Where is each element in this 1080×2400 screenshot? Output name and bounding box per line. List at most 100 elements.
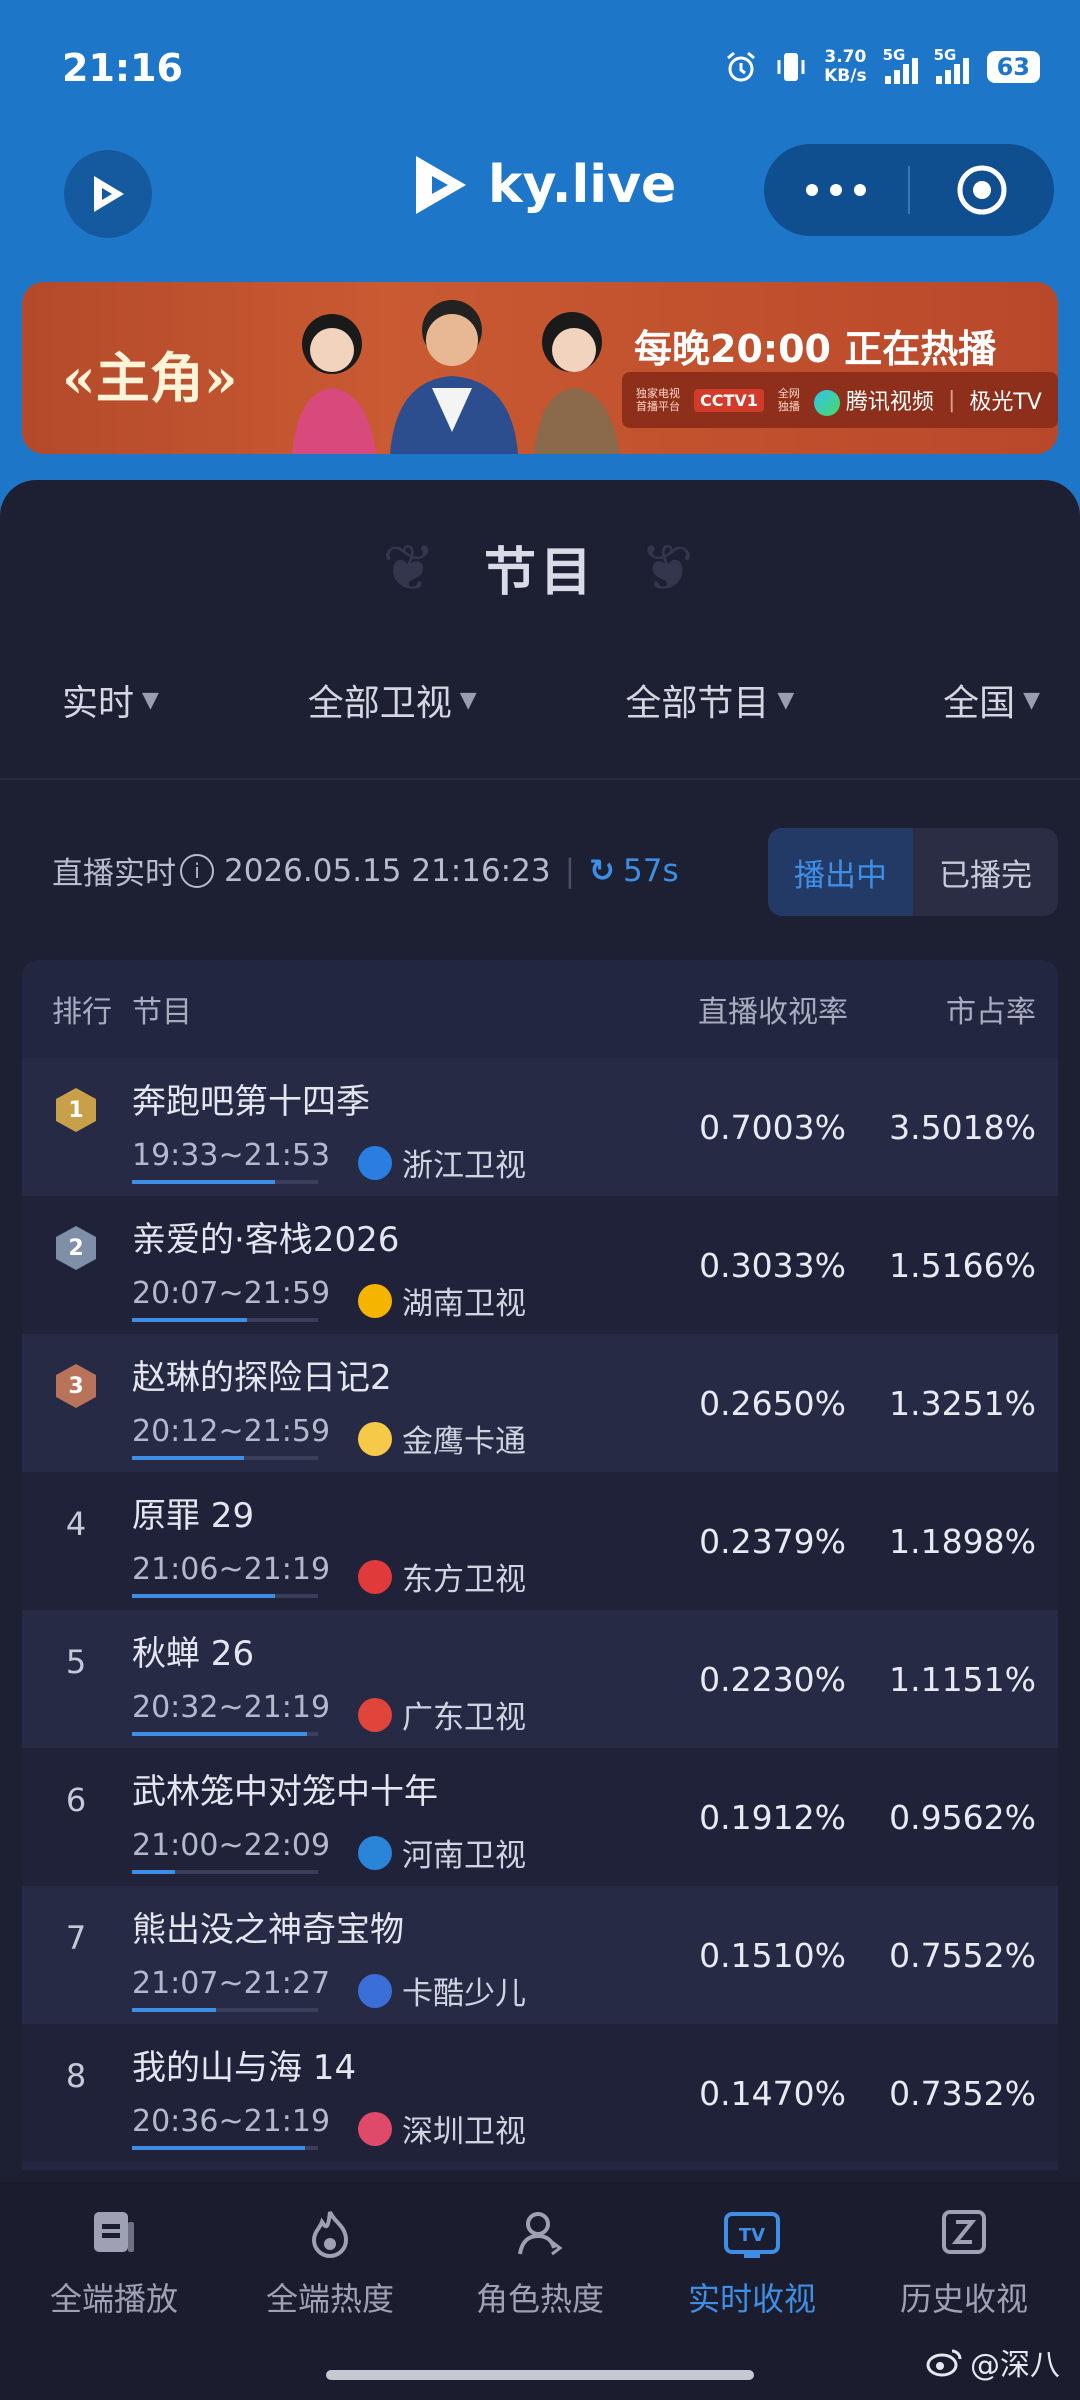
caret-down-icon: ▼ <box>777 687 795 713</box>
filter-program[interactable]: 全部节目 ▼ <box>625 674 794 726</box>
rank-badge: 7 <box>65 1919 87 1957</box>
main-panel: ❦ 节目 ❦ 实时 ▼ 全部卫视 ▼ 全部节目 ▼ 全国 ▼ 直播实时 i 2026.0… <box>0 480 1080 2400</box>
filter-time[interactable]: 实时 ▼ <box>62 674 159 726</box>
more-dots-icon[interactable] <box>764 184 908 196</box>
flame-icon <box>311 2211 349 2258</box>
caret-down-icon: ▼ <box>1023 687 1040 713</box>
history-icon <box>942 2210 986 2254</box>
table-row[interactable]: 3 赵琳的探险日记2 20:12~21:59 金鹰卡通 0.2650% 1.3251% <box>22 1334 1058 1472</box>
progress-fill <box>132 1180 276 1184</box>
rank-badge: 3 <box>52 1362 100 1410</box>
progress-bar <box>132 2146 318 2150</box>
jiguang-tv-logo: 极光TV <box>969 390 1042 415</box>
network-speed: 3.70 KB/s <box>824 47 867 86</box>
brand-logo: ky.live <box>410 152 676 218</box>
broadcast-status-toggle: 播出中 已播完 <box>768 828 1058 916</box>
tab-history-ratings[interactable]: 历史收视 <box>856 2208 1072 2320</box>
source-watermark: @深八 <box>926 2340 1060 2384</box>
person-icon <box>518 2212 563 2256</box>
close-mini-program-button[interactable] <box>910 163 1054 217</box>
live-rating: 0.1470% <box>699 2074 846 2113</box>
progress-fill <box>132 1456 244 1460</box>
live-rating: 0.2379% <box>699 1522 846 1561</box>
filter-channel[interactable]: 全部卫视 ▼ <box>308 674 477 726</box>
table-row[interactable]: 2 亲爱的·客栈2026 20:07~21:59 湖南卫视 0.3033% 1.5166% <box>22 1196 1058 1334</box>
play-logo-icon <box>94 176 124 212</box>
segment-on-air[interactable]: 播出中 <box>768 828 913 916</box>
program-time: 21:06~21:19 <box>132 1552 330 1598</box>
table-row[interactable]: 5 秋蝉 26 20:32~21:19 广东卫视 0.2230% 1.1151% <box>22 1610 1058 1748</box>
tab-role-heat[interactable]: 角色热度 <box>432 2208 648 2320</box>
channel-logo-icon <box>358 2111 392 2146</box>
progress-bar <box>132 1594 318 1598</box>
weibo-icon <box>926 2349 962 2377</box>
banner-show-title: «主角» <box>62 346 238 410</box>
brand-name: ky.live <box>488 155 677 215</box>
program-time: 21:07~21:27 <box>132 1966 330 2012</box>
program-name: 熊出没之神奇宝物 <box>132 1910 404 1950</box>
caret-down-icon: ▼ <box>142 687 159 713</box>
rank-badge: 6 <box>65 1781 87 1819</box>
channel: 河南卫视 <box>358 1830 526 1875</box>
channel: 浙江卫视 <box>358 1140 526 1185</box>
program-time: 20:07~21:59 <box>132 1276 330 1322</box>
tab-all-heat[interactable]: 全端热度 <box>222 2208 438 2320</box>
clock: 21:16 <box>62 46 183 90</box>
bottom-tab-bar: 全端播放 全端热度 角色热度 TV 实时收视 历史收视 <box>0 2182 1080 2400</box>
table-row[interactable]: 8 我的山与海 14 20:36~21:19 深圳卫视 0.1470% 0.7352% <box>22 2024 1058 2162</box>
channel: 金鹰卡通 <box>358 1416 526 1461</box>
svg-text:TV: TV <box>739 2225 765 2246</box>
progress-bar <box>132 1180 318 1184</box>
channel: 卡酷少儿 <box>358 1968 526 2013</box>
progress-bar <box>132 1732 318 1736</box>
program-time: 19:33~21:53 <box>132 1138 330 1184</box>
live-rating: 0.1912% <box>699 1798 846 1837</box>
tab-all-play[interactable]: 全端播放 <box>6 2208 222 2320</box>
program-name: 武林笼中对笼中十年 <box>132 1772 438 1812</box>
channel-logo-icon <box>358 1283 392 1318</box>
market-share: 0.7552% <box>889 1936 1036 1975</box>
caret-down-icon: ▼ <box>459 687 477 713</box>
table-row[interactable]: 4 原罪 29 21:06~21:19 东方卫视 0.2379% 1.1898% <box>22 1472 1058 1610</box>
cctv-logo: CCTV1 <box>694 388 764 412</box>
tencent-video-logo: 腾讯视频 <box>813 384 934 416</box>
live-status-row: 直播实时 i 2026.05.15 21:16:23 | ↻ 57s <box>52 848 679 893</box>
market-share: 1.3251% <box>889 1384 1036 1423</box>
channel-logo-icon <box>358 1973 392 2008</box>
table-row[interactable]: 6 武林笼中对笼中十年 21:00~22:09 河南卫视 0.1912% 0.9562% <box>22 1748 1058 1886</box>
home-indicator[interactable] <box>326 2370 754 2380</box>
live-rating: 0.1510% <box>699 1936 846 1975</box>
header-rating: 直播收视率 <box>698 995 848 1030</box>
market-share: 0.9562% <box>889 1798 1036 1837</box>
channel-logo-icon <box>358 1145 392 1180</box>
refresh-icon[interactable]: ↻ <box>589 853 615 889</box>
target-icon <box>957 165 1007 215</box>
tab-live-ratings[interactable]: TV 实时收视 <box>644 2208 860 2320</box>
market-share: 1.5166% <box>889 1246 1036 1285</box>
program-name: 赵琳的探险日记2 <box>132 1358 392 1398</box>
live-tv-icon: TV <box>724 2212 780 2258</box>
banner-slogan: 每晚20:00 正在热播 <box>634 327 997 371</box>
channel: 湖南卫视 <box>358 1278 526 1323</box>
rank-badge: 8 <box>65 2057 87 2095</box>
filter-region[interactable]: 全国 ▼ <box>943 674 1040 726</box>
progress-fill <box>132 2146 305 2150</box>
market-share: 0.7352% <box>889 2074 1036 2113</box>
program-time: 20:36~21:19 <box>132 2104 330 2150</box>
info-icon[interactable]: i <box>180 853 214 888</box>
live-label: 直播实时 <box>52 856 176 892</box>
mini-program-capsule[interactable] <box>764 144 1054 236</box>
live-rating: 0.2230% <box>699 1660 846 1699</box>
progress-fill <box>132 1594 276 1598</box>
table-header: 排行 节目 直播收视率 市占率 <box>22 960 1058 1058</box>
promo-banner[interactable]: «主角» 每晚20:00 正在热播 独家电视 首播平台 CCTV1 全网 独播 腾讯… <box>22 282 1058 454</box>
app-logo-button[interactable] <box>64 150 152 238</box>
table-row[interactable]: 7 熊出没之神奇宝物 21:07~21:27 卡酷少儿 0.1510% 0.7552% <box>22 1886 1058 2024</box>
program-name: 奔跑吧第十四季 <box>132 1082 370 1122</box>
program-time: 20:32~21:19 <box>132 1690 330 1736</box>
program-name: 原罪 29 <box>132 1496 255 1536</box>
refresh-countdown: 57s <box>623 852 679 889</box>
table-row[interactable]: 1 奔跑吧第十四季 19:33~21:53 浙江卫视 0.7003% 3.5018% <box>22 1058 1058 1196</box>
segment-finished[interactable]: 已播完 <box>913 828 1058 916</box>
signal-icon-2: 5G <box>934 46 969 84</box>
